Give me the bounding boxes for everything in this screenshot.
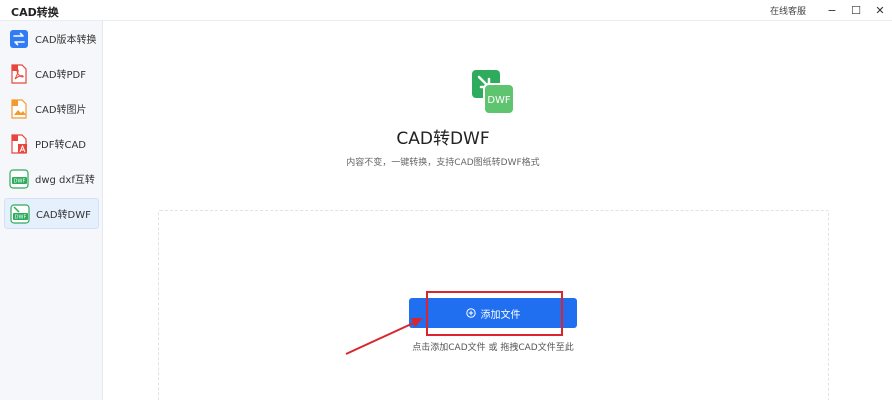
online-support-link[interactable]: 在线客服	[770, 4, 806, 17]
logo-text: DWF	[487, 95, 511, 106]
annotation-arrow-icon	[345, 318, 423, 355]
sidebar-item-cad-to-image[interactable]: CAD转图片	[4, 93, 99, 124]
minimize-button[interactable]: −	[820, 0, 844, 21]
page-subtitle: 内容不变，一键转换，支持CAD图纸转DWF格式	[346, 158, 540, 168]
sidebar-item-cad-to-dwf[interactable]: DWF CAD转DWF	[4, 198, 99, 229]
app-title: CAD转换	[11, 6, 59, 19]
close-button[interactable]: ✕	[868, 0, 892, 21]
title-bar: CAD转换 在线客服 − ☐ ✕	[0, 0, 892, 21]
sidebar-item-dwg-dxf-convert[interactable]: DWF dwg dxf互转	[4, 163, 99, 194]
annotation-highlight-box	[426, 291, 563, 336]
dwf-file-icon: DWF	[10, 203, 30, 224]
maximize-button[interactable]: ☐	[844, 0, 868, 21]
dwf-logo-icon: DWF	[472, 70, 515, 115]
swap-icon	[9, 29, 29, 49]
dwf-convert-icon: DWF	[9, 168, 29, 189]
image-file-icon	[9, 98, 29, 119]
svg-text:DWF: DWF	[14, 178, 26, 184]
sidebar-item-label: dwg dxf互转	[35, 175, 95, 186]
sidebar-item-label: CAD转图片	[35, 105, 87, 116]
pdf-to-cad-icon	[9, 133, 29, 154]
sidebar-item-label: PDF转CAD	[35, 140, 87, 151]
sidebar-item-label: CAD转DWF	[36, 210, 91, 221]
sidebar-item-cad-to-pdf[interactable]: CAD转PDF	[4, 58, 99, 89]
sidebar: CAD版本转换 CAD转PDF CAD转图片 PDF转CAD DWF dwg d…	[0, 21, 103, 400]
page-title: CAD转DWF	[396, 129, 490, 149]
sidebar-item-cad-version-convert[interactable]: CAD版本转换	[4, 23, 99, 54]
svg-text:DWF: DWF	[15, 214, 27, 220]
sidebar-item-label: CAD转PDF	[35, 70, 87, 81]
sidebar-item-label: CAD版本转换	[35, 35, 97, 46]
pdf-file-icon	[9, 63, 29, 84]
sidebar-item-pdf-to-cad[interactable]: PDF转CAD	[4, 128, 99, 159]
window-controls: 在线客服 − ☐ ✕	[770, 0, 892, 21]
